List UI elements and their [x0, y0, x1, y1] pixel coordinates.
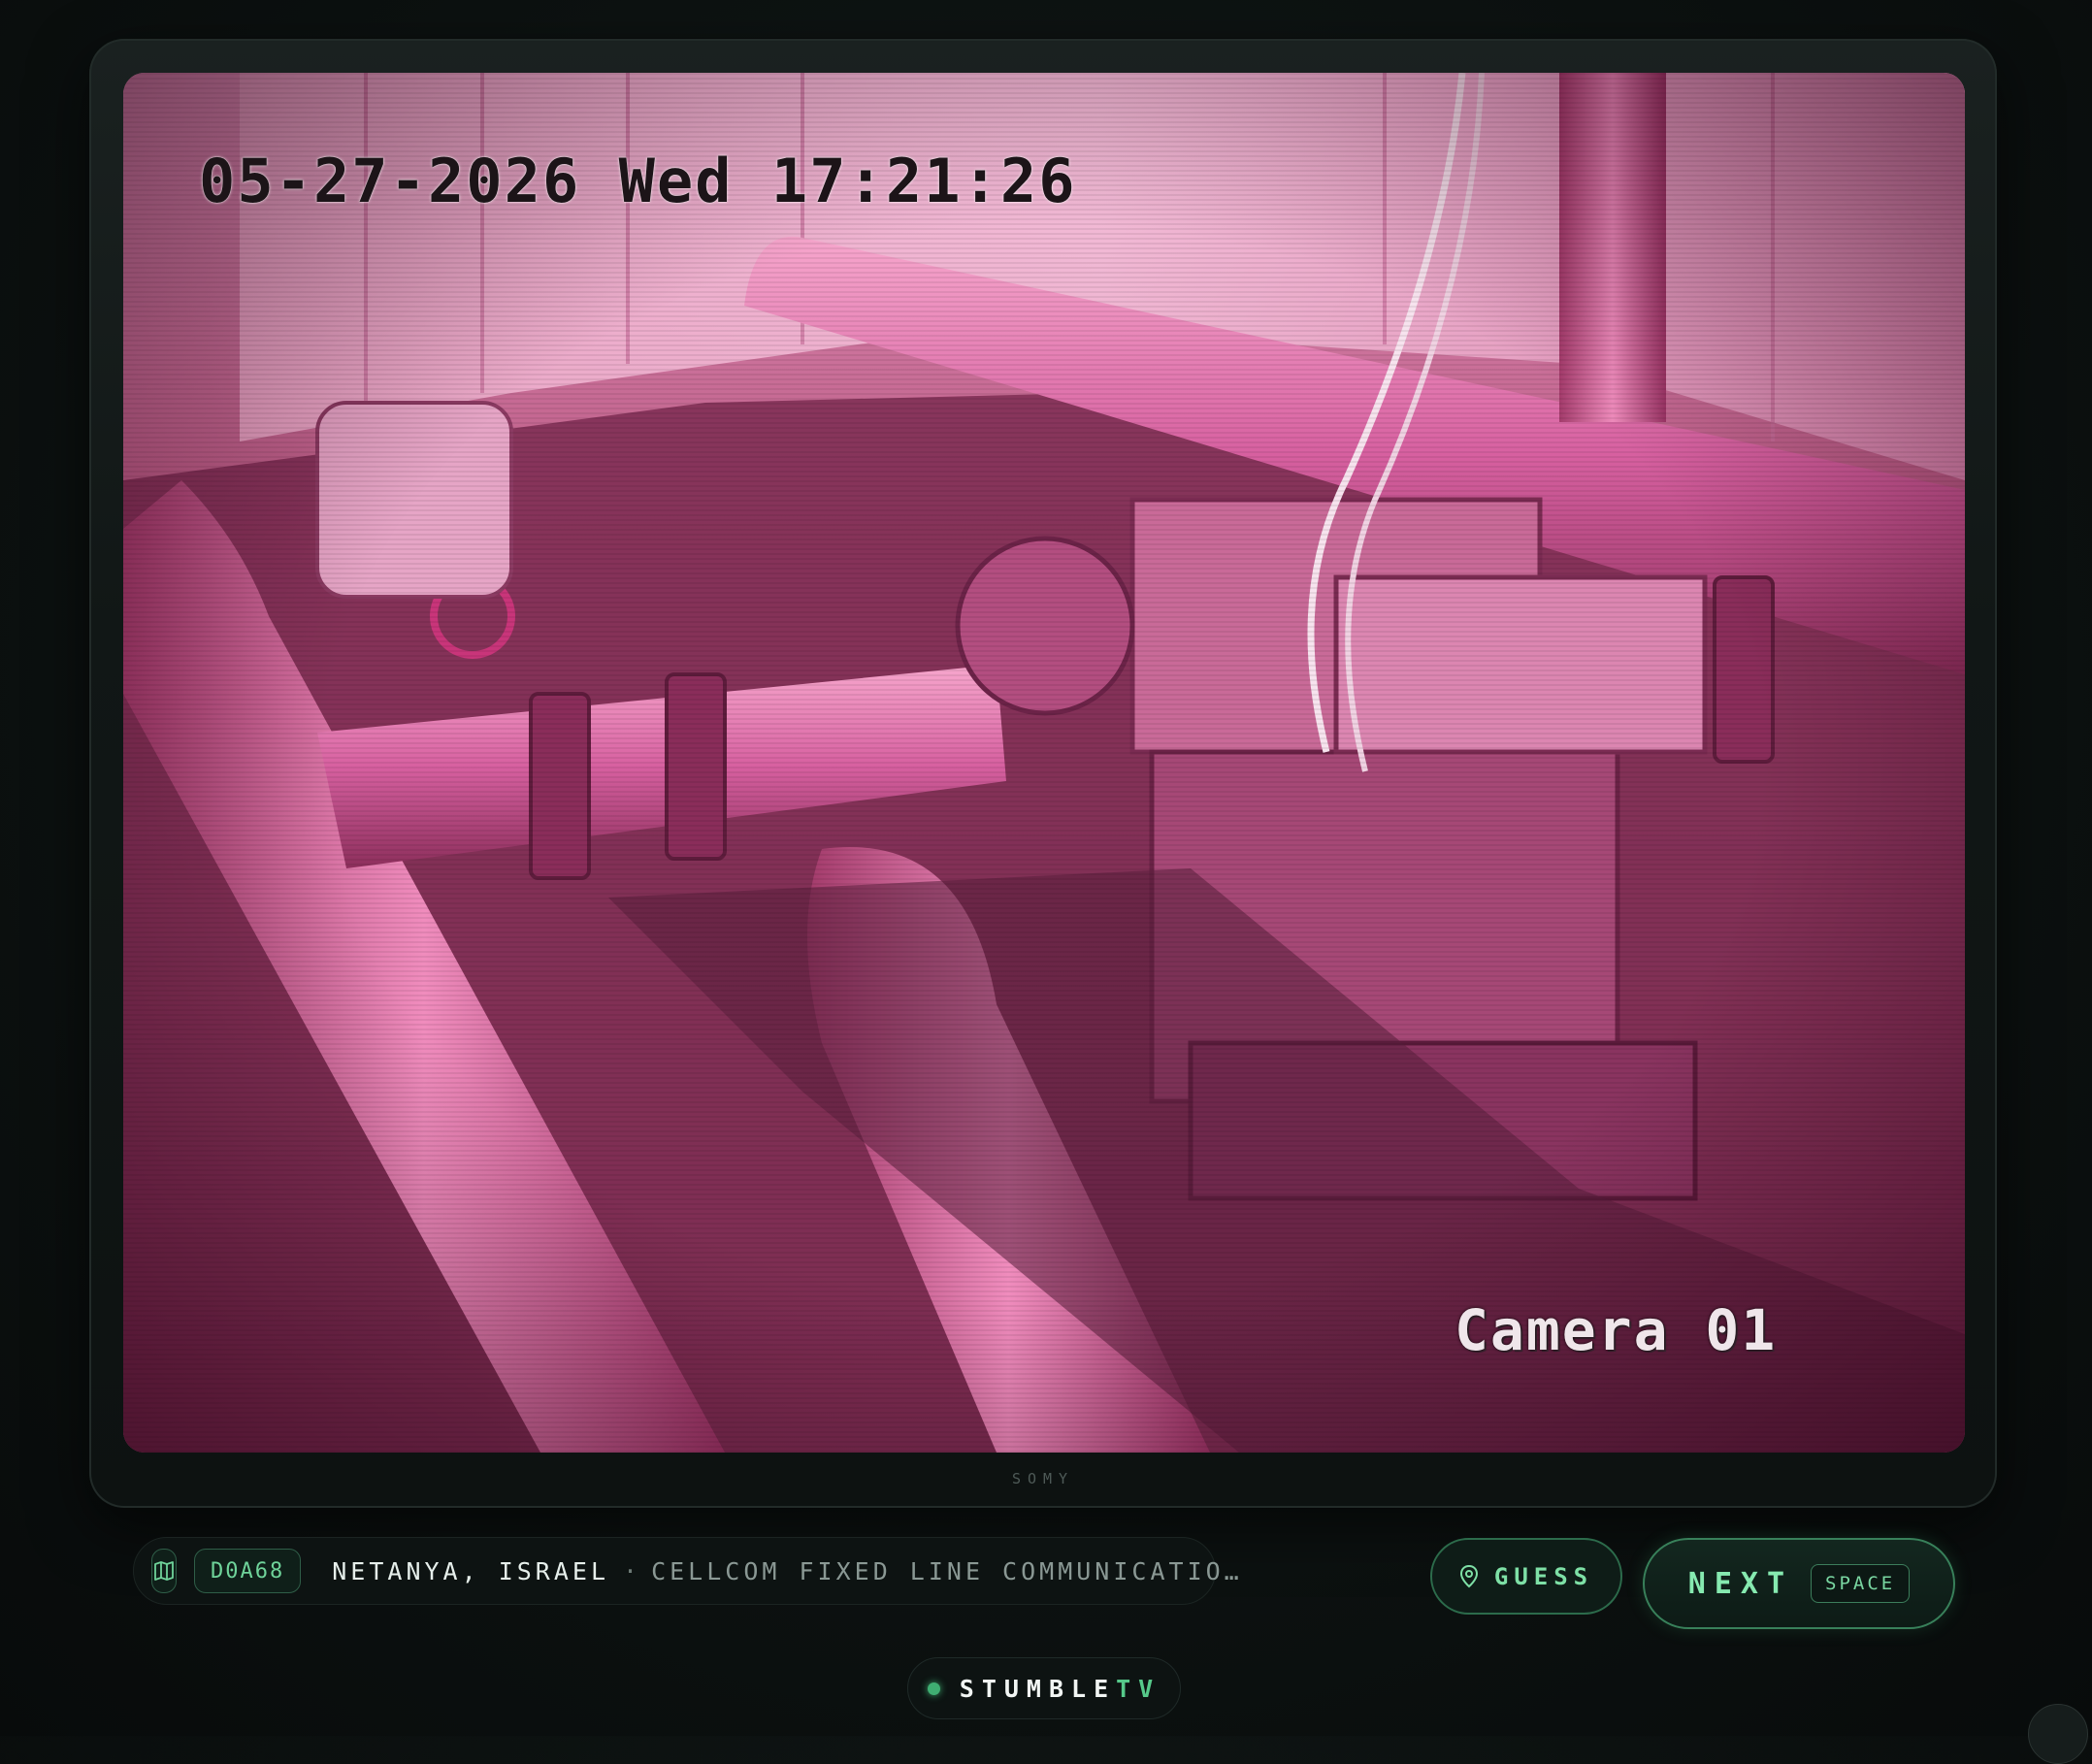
- info-bar: D0A68 NETANYA, ISRAEL · CELLCOM FIXED LI…: [133, 1537, 1239, 1605]
- keyboard-shortcut-badge: SPACE: [1811, 1564, 1911, 1603]
- location-pin-icon: [1459, 1564, 1478, 1587]
- next-label: NEXT: [1687, 1566, 1794, 1601]
- camera-feed: 05-27-2026 Wed 17:21:26 Camera 01: [123, 73, 1965, 1453]
- location-text: NETANYA, ISRAEL: [332, 1556, 610, 1585]
- camera-image: [123, 73, 1965, 1453]
- camera-label: Camera 01: [1455, 1297, 1778, 1363]
- tv-frame: 05-27-2026 Wed 17:21:26 Camera 01 SOMY: [89, 39, 1997, 1508]
- channel-code-badge: D0A68: [194, 1549, 302, 1593]
- tv-brand: SOMY: [1011, 1470, 1075, 1487]
- map-button[interactable]: [151, 1549, 177, 1593]
- logo-text-primary: STUMBLE: [959, 1674, 1117, 1703]
- separator-dot: ·: [623, 1556, 638, 1585]
- status-dot-icon: [927, 1682, 940, 1695]
- camera-timestamp: 05-27-2026 Wed 17:21:26: [199, 146, 1077, 216]
- map-icon: [154, 1561, 174, 1581]
- stumbletv-logo[interactable]: STUMBLE TV: [907, 1657, 1181, 1719]
- isp-text: CELLCOM FIXED LINE COMMUNICATIO…: [651, 1556, 1243, 1585]
- guess-label: GUESS: [1493, 1562, 1594, 1590]
- next-button[interactable]: NEXT SPACE: [1643, 1538, 1955, 1629]
- logo-text-accent: TV: [1116, 1674, 1161, 1703]
- guess-button[interactable]: GUESS: [1430, 1538, 1622, 1615]
- corner-widget-icon[interactable]: [2028, 1704, 2088, 1764]
